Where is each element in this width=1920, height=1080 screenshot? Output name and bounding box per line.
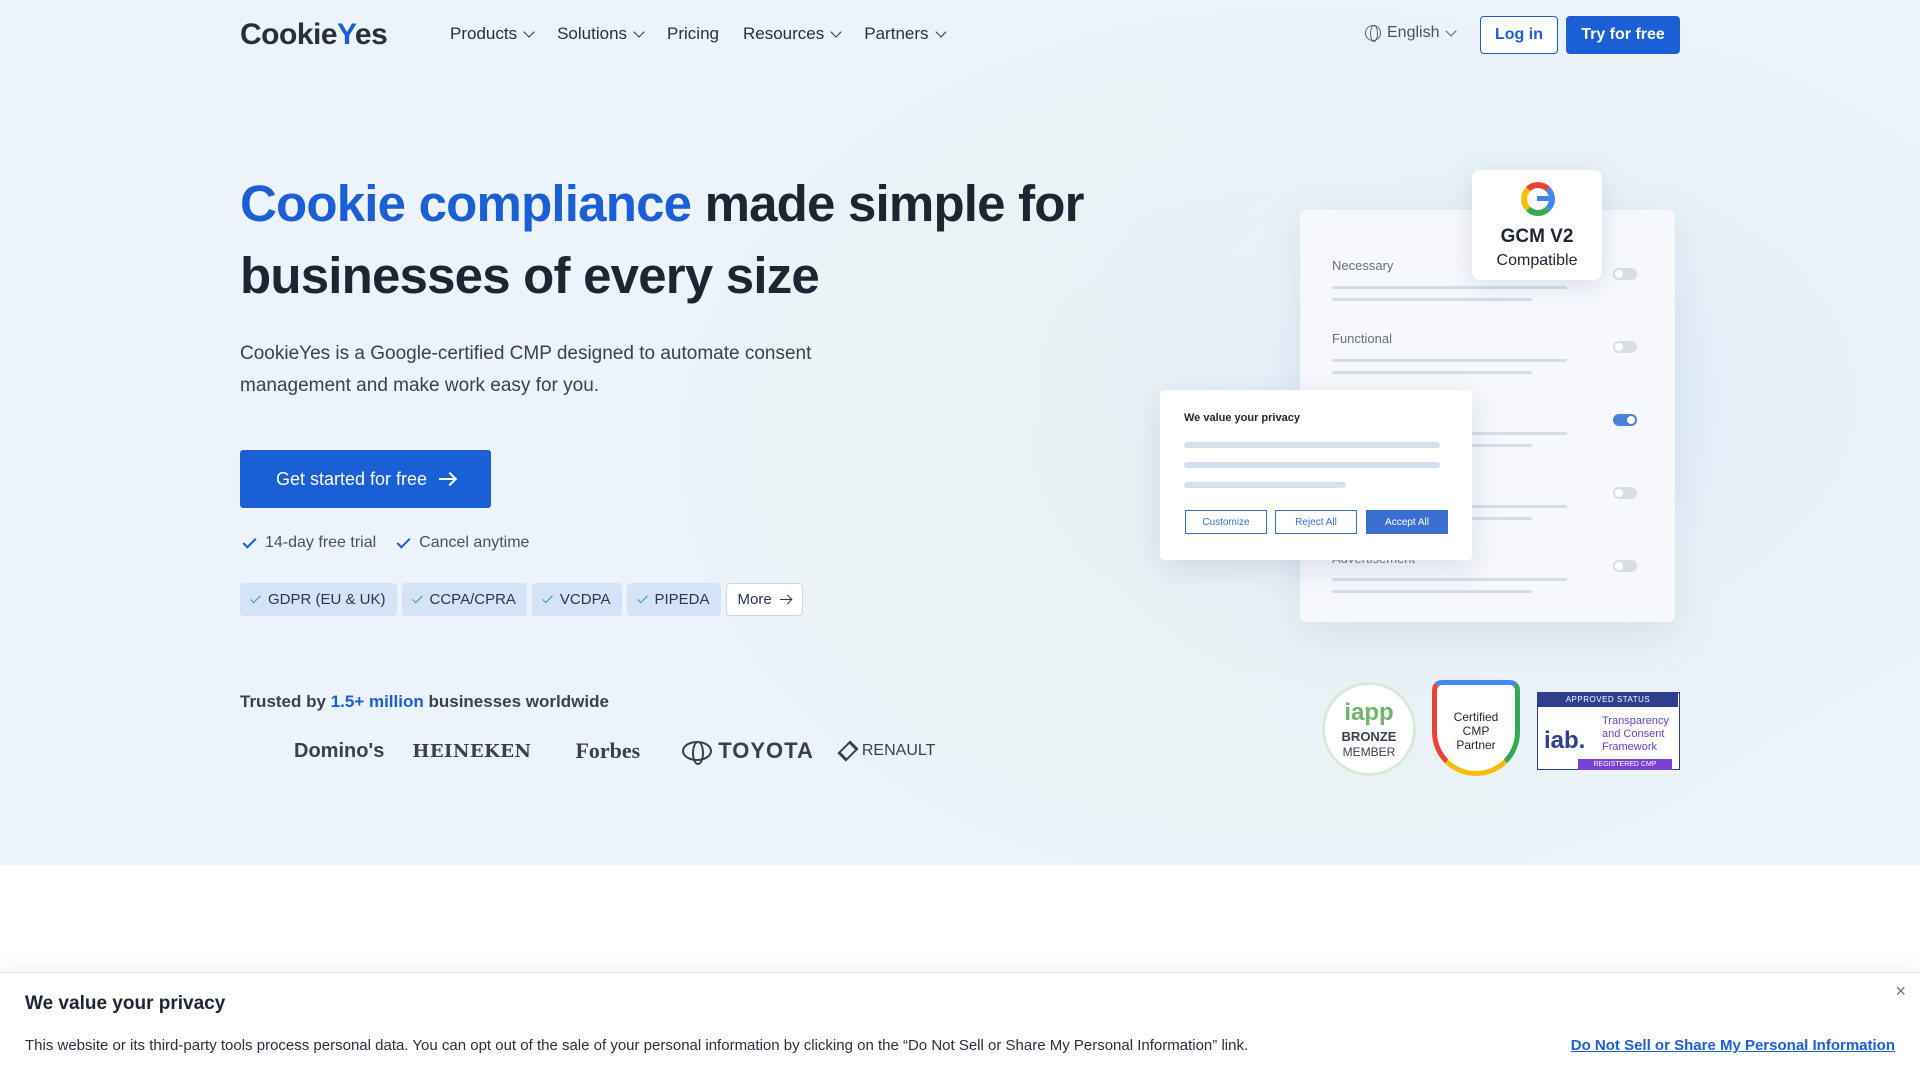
cmp-badge-text: Certified CMP Partner [1453,710,1499,752]
check-icon [542,592,553,603]
check-icon [636,592,648,603]
certified-cmp-badge: Certified CMP Partner [1430,680,1522,778]
nav-partners[interactable]: Partners [864,24,947,44]
hero-subtext: CookieYes is a Google-certified CMP desi… [240,343,812,396]
globe-icon [1365,25,1381,42]
toyota-emblem-icon [682,741,713,765]
placeholder-line [1184,442,1440,448]
chevron-down-icon [830,26,842,38]
nav-pricing[interactable]: Pricing [667,24,719,44]
toggle-performance [1613,487,1637,499]
check-icon [250,592,261,603]
brand-logos: Domino's HEINEKEN Forbes TOYOTA RENAULT [294,738,963,765]
iapp-logo-text: iapp [1344,699,1394,726]
tag-ccpa: CCPA/CPRA [401,583,527,616]
placeholder-line [1184,462,1440,468]
renault-emblem-icon [837,740,859,762]
chevron-down-icon [1445,25,1458,37]
more-regulations-button[interactable]: More [725,583,803,616]
close-icon[interactable]: × [1895,981,1906,1002]
trusted-by-text: Trusted by 1.5+ million businesses world… [240,692,609,711]
cookie-banner: We value your privacy This website or it… [0,972,1920,1080]
placeholder-line [1332,286,1567,289]
toggle-advertisement [1613,560,1637,572]
login-button[interactable]: Log in [1480,16,1558,54]
placeholder-line [1332,359,1567,362]
chevron-down-icon [523,26,535,38]
tag-vcdpa: VCDPA [531,583,622,616]
trial-features: 14-day free trial Cancel anytime [242,533,529,552]
consent-popup-illustration: We value your privacy Customize Reject A… [1160,390,1472,560]
iapp-member: MEMBER [1342,745,1396,759]
chevron-down-icon [934,26,947,38]
iab-tcf-badge: APPROVED STATUS iab. Transparency and Co… [1537,692,1680,770]
iapp-bronze-badge: iapp BRONZE MEMBER [1322,682,1416,776]
nav-products[interactable]: Products [450,24,535,44]
language-label: English [1387,24,1440,41]
feature-free-trial: 14-day free trial [242,533,376,552]
tag-gdpr: GDPR (EU & UK) [240,583,397,616]
language-selector[interactable]: English [1365,24,1458,42]
get-started-button[interactable]: Get started for free [240,450,491,508]
renault-logo: RENAULT [837,740,935,762]
iab-approved-status: APPROVED STATUS [1538,693,1678,707]
dominos-logo: Domino's [294,739,385,762]
gcm-subtitle: Compatible [1496,252,1578,269]
popup-accept-button: Accept All [1366,510,1448,534]
regulation-tags: GDPR (EU & UK) CCPA/CPRA VCDPA PIPEDA Mo… [240,583,803,616]
nav-solutions[interactable]: Solutions [557,24,645,44]
gcm-title: GCM V2 [1500,226,1574,247]
tag-pipeda: PIPEDA [626,583,721,616]
popup-title: We value your privacy [1184,412,1300,424]
placeholder-line [1332,371,1532,374]
main-menu: Products Solutions Pricing Resources Par… [450,24,969,44]
toyota-logo: TOYOTA [682,738,814,765]
arrow-right-icon [439,478,456,480]
toggle-analytics [1613,414,1637,426]
forbes-logo: Forbes [575,738,641,763]
toggle-necessary [1613,268,1637,280]
feature-cancel-anytime: Cancel anytime [396,533,529,552]
top-nav: CookieYes Products Solutions Pricing Res… [0,0,1920,70]
iab-registered-cmp: REGISTERED CMP [1578,759,1672,770]
gcm-v2-badge: GCM V2 Compatible [1472,170,1602,280]
banner-text: This website or its third-party tools pr… [25,1037,1249,1054]
google-g-icon [1521,182,1555,216]
pref-label-necessary: Necessary [1332,258,1394,273]
do-not-sell-link[interactable]: Do Not Sell or Share My Personal Informa… [1571,1037,1895,1054]
placeholder-line [1332,590,1532,593]
check-icon [411,592,423,603]
heineken-logo: HEINEKEN [412,740,532,762]
chevron-down-icon [633,26,645,38]
placeholder-line [1332,298,1532,301]
banner-title: We value your privacy [25,993,226,1014]
nav-resources[interactable]: Resources [743,24,842,44]
arrow-right-icon [779,598,791,601]
check-icon [242,533,257,549]
cookieyes-logo[interactable]: CookieYes [240,18,388,52]
popup-reject-button: Reject All [1275,510,1357,534]
iapp-level: BRONZE [1341,729,1397,744]
placeholder-line [1332,578,1567,581]
placeholder-line [1184,482,1346,488]
check-icon [396,533,411,549]
try-free-button[interactable]: Try for free [1566,16,1680,54]
popup-customize-button: Customize [1185,510,1267,534]
hero-headline: Cookie compliance made simple for busine… [240,175,1085,304]
toggle-functional [1613,341,1637,353]
iab-framework-text: Transparency and Consent Framework [1602,715,1669,753]
iab-logo: iab. [1544,727,1586,754]
pref-label-functional: Functional [1332,331,1392,346]
